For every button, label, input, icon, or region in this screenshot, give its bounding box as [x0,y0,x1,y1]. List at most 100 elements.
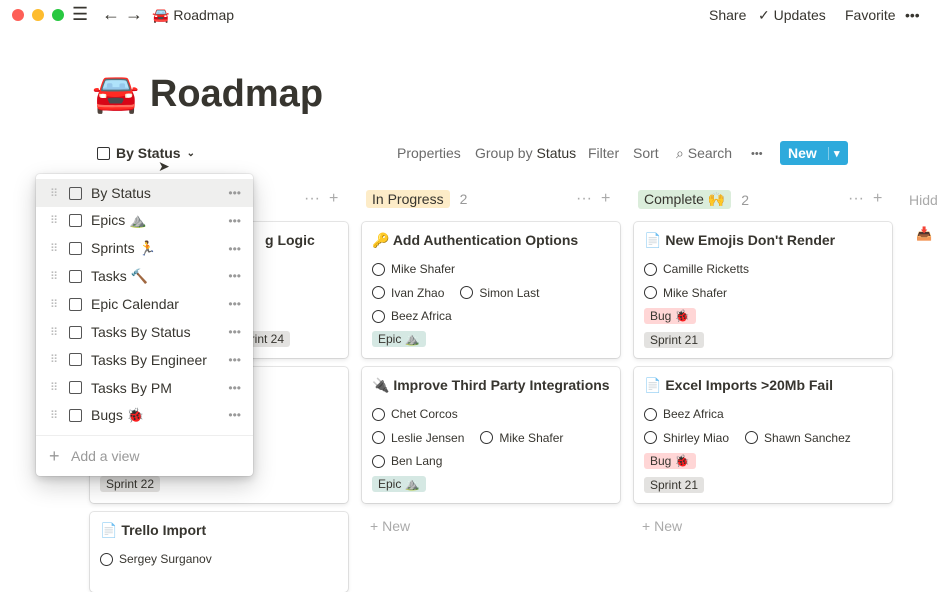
close-window-button[interactable] [12,9,24,21]
view-menu-item[interactable]: ⠿ Tasks By Status ••• [36,318,253,346]
minimize-window-button[interactable] [32,9,44,21]
person-name: Beez Africa [663,407,724,421]
view-switcher[interactable]: By Status ⌄ [97,145,195,161]
view-menu-item[interactable]: ⠿ Bugs 🐞 ••• [36,401,253,429]
updates-button[interactable]: ✓ Updates [758,7,826,24]
board-icon [97,146,110,160]
view-menu-item-label: Epic Calendar [91,296,179,313]
column-more-button[interactable]: ··· [576,190,592,208]
person-name: Mike Shafer [499,430,564,445]
person: Sergey Surganov [100,552,212,566]
person-name: Shawn Sanchez [764,430,851,445]
view-menu-item[interactable]: ⠿ Tasks By PM ••• [36,374,253,402]
epic-tag: Epic ⛰️ [372,476,426,492]
group-by-button[interactable]: Group by Status [475,145,576,161]
drag-handle-icon[interactable]: ⠿ [50,409,58,422]
view-menu-item[interactable]: ⠿ Tasks 🔨 ••• [36,262,253,290]
view-menu-item[interactable]: ⠿ Epics ⛰️ ••• [36,207,253,235]
drag-handle-icon[interactable]: ⠿ [50,326,58,339]
board-card[interactable]: 📄 Trello Import Sergey Surganov [90,512,348,592]
card-title-text: Add Authentication Options [392,232,579,248]
drag-handle-icon[interactable]: ⠿ [50,298,58,311]
favorite-button[interactable]: Favorite [845,7,896,23]
search-icon: ⌕ [676,145,684,161]
new-card-label: New [382,518,411,534]
back-arrow-icon[interactable]: ← [102,4,120,25]
new-button[interactable]: New ▾ [780,141,848,165]
menu-icon[interactable]: ☰ [72,4,88,25]
people-row: Mike Shafer [372,262,455,276]
search-button[interactable]: ⌕ Search [676,145,732,162]
sort-button[interactable]: Sort [633,145,659,161]
view-menu-item-label: Tasks By PM [91,379,172,396]
person-name: Camille Ricketts [663,262,750,276]
chevron-down-icon[interactable]: ▾ [828,146,840,160]
view-menu: + Add a view ⠿ By Status ••• ⠿ Epics ⛰️ ••• ⠿ S… [36,174,253,476]
people-row: Ivan Zhao Simon Last [372,286,539,300]
avatar [372,309,385,323]
add-card-button[interactable]: + [873,190,882,208]
drag-handle-icon[interactable]: ⠿ [50,242,58,255]
calendar-icon [69,297,82,311]
avatar [372,262,385,276]
page-title[interactable]: 🚘 Roadmap [92,72,323,116]
add-card-button[interactable]: + [329,190,338,208]
view-menu-item-label: Epics ⛰️ [91,212,147,229]
status-pill[interactable]: In Progress [366,190,450,208]
card-emoji-icon: 📄 [644,377,662,393]
table-icon [69,408,82,422]
drag-handle-icon[interactable]: ⠿ [50,270,58,283]
drag-handle-icon[interactable]: ⠿ [50,214,58,227]
avatar [480,431,494,445]
board-card[interactable]: 📄 New Emojis Don't Render Camille Rickett… [634,222,892,358]
card-title-text: Improve Third Party Integrations [393,377,610,393]
board-card[interactable]: 📄 Excel Imports >20Mb Fail Beez Africa Shi… [634,367,892,503]
add-view-label: Add a view [71,448,140,464]
person-name: Leslie Jensen [391,430,465,445]
new-card-button[interactable]: + New [370,518,410,534]
view-menu-item-label: Tasks By Status [91,324,191,340]
share-button[interactable]: Share [709,7,746,23]
breadcrumb[interactable]: 🚘 Roadmap [152,7,234,24]
properties-button[interactable]: Properties [397,145,461,161]
toolbar-more-button[interactable]: ••• [751,148,763,160]
view-more-button[interactable]: ••• [228,381,241,395]
car-icon: 🚘 [92,73,140,115]
forward-arrow-icon[interactable]: → [125,4,143,25]
view-more-button[interactable]: ••• [228,242,241,256]
new-label: New [788,145,817,161]
board-card[interactable]: 🔑 Add Authentication Options Mike Shafer I… [362,222,620,358]
person-name: Chet Corcos [391,407,458,421]
search-label: Search [687,145,733,161]
view-menu-item[interactable]: ⠿ Epic Calendar ••• [36,290,253,318]
view-menu-item[interactable]: ⠿ By Status ••• [36,179,253,207]
view-more-button[interactable]: ••• [228,214,241,228]
drag-handle-icon[interactable]: ⠿ [50,187,58,200]
view-more-button[interactable]: ••• [228,186,241,200]
view-more-button[interactable]: ••• [228,408,241,422]
new-card-button[interactable]: + New [642,518,682,534]
view-more-button[interactable]: ••• [228,353,241,367]
people-row: Mike Shafer [644,286,727,300]
board-card[interactable]: 🔌 Improve Third Party Integrations Chet C… [362,367,620,503]
status-pill[interactable]: Complete 🙌 [638,190,732,209]
view-menu-item[interactable]: ⠿ Tasks By Engineer ••• [36,346,253,374]
add-view-button[interactable]: + Add a view [36,442,253,470]
drag-handle-icon[interactable]: ⠿ [50,353,58,366]
more-button[interactable]: ••• [905,7,920,23]
avatar [644,431,657,445]
column-more-button[interactable]: ··· [304,190,320,208]
filter-button[interactable]: Filter [588,145,619,161]
view-more-button[interactable]: ••• [228,325,241,339]
drag-handle-icon[interactable]: ⠿ [50,381,58,394]
people-row: Beez Africa [372,309,452,323]
column-more-button[interactable]: ··· [848,190,864,208]
sprint-tag: Sprint 21 [644,331,705,348]
view-more-button[interactable]: ••• [228,297,241,311]
sprint-tag: Sprint 21 [644,476,705,493]
maximize-window-button[interactable] [52,9,64,21]
view-more-button[interactable]: ••• [228,269,241,283]
add-card-button[interactable]: + [601,190,610,208]
view-menu-item[interactable]: ⠿ Sprints 🏃 ••• [36,235,253,263]
card-emoji-icon: 🔑 [372,232,390,248]
